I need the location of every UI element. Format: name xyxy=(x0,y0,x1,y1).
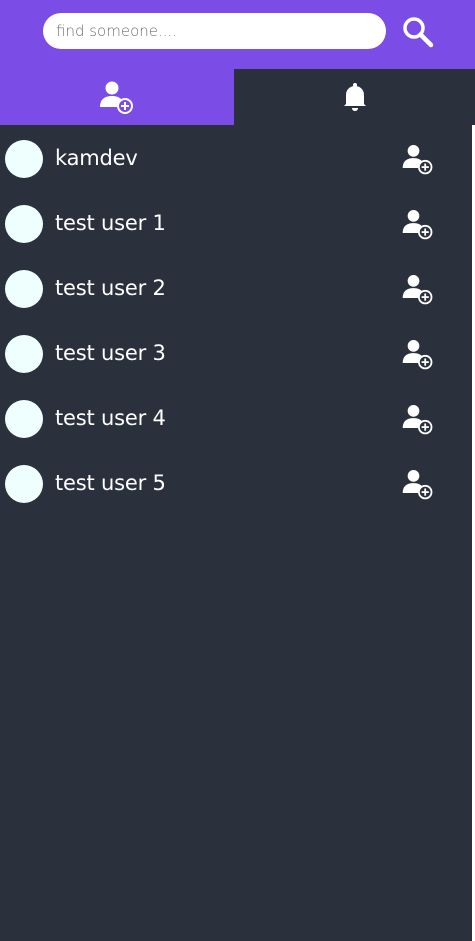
tab-notifications[interactable] xyxy=(234,69,475,125)
search-input[interactable] xyxy=(43,13,386,49)
tab-bar xyxy=(0,69,475,125)
list-item: test user 4 xyxy=(0,385,472,450)
user-name: test user 1 xyxy=(55,211,166,235)
user-name: test user 5 xyxy=(55,471,166,495)
add-user-icon xyxy=(402,275,433,305)
list-item: test user 2 xyxy=(0,255,472,320)
add-user-icon xyxy=(402,405,433,435)
add-friend-button[interactable] xyxy=(400,141,436,177)
search-header xyxy=(0,0,475,69)
list-item: kamdev xyxy=(0,125,472,190)
add-friend-button[interactable] xyxy=(400,336,436,372)
avatar xyxy=(5,205,43,243)
add-user-icon xyxy=(402,340,433,370)
avatar xyxy=(5,465,43,503)
search-icon xyxy=(403,17,434,48)
user-name: test user 4 xyxy=(55,406,166,430)
search-button[interactable] xyxy=(400,14,436,50)
avatar xyxy=(5,270,43,308)
add-user-icon xyxy=(402,210,433,240)
list-item: test user 3 xyxy=(0,320,472,385)
add-friend-button[interactable] xyxy=(400,271,436,307)
add-user-icon xyxy=(402,145,433,175)
user-name: kamdev xyxy=(55,146,138,170)
add-friend-button[interactable] xyxy=(400,206,436,242)
list-item: test user 1 xyxy=(0,190,472,255)
avatar xyxy=(5,140,43,178)
app-root: kamdev test user 1 xyxy=(0,0,475,941)
user-name: test user 2 xyxy=(55,276,166,300)
add-user-icon xyxy=(402,470,433,500)
add-user-icon xyxy=(100,81,133,114)
tab-add-friends[interactable] xyxy=(0,69,234,125)
bell-icon xyxy=(343,83,366,111)
user-name: test user 3 xyxy=(55,341,166,365)
add-friend-button[interactable] xyxy=(400,401,436,437)
list-item: test user 5 xyxy=(0,450,472,515)
avatar xyxy=(5,400,43,438)
add-friend-button[interactable] xyxy=(400,466,436,502)
avatar xyxy=(5,335,43,373)
